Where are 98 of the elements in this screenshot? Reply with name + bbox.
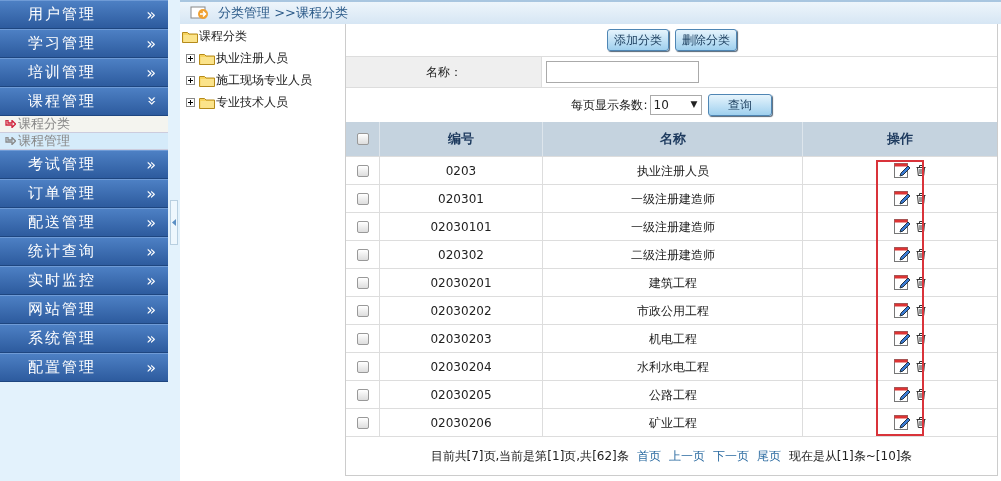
column-header: 操作 xyxy=(887,130,913,149)
expand-icon[interactable] xyxy=(186,97,195,107)
checkbox[interactable] xyxy=(356,388,369,401)
field-label: 名称： xyxy=(425,64,462,81)
table-cell-text: 02030206 xyxy=(430,414,492,432)
edit-icon[interactable] xyxy=(894,246,912,263)
breadcrumb: 分类管理 >>课程分类 xyxy=(218,4,348,23)
tree-node[interactable]: 课程分类 xyxy=(199,27,247,45)
tree-node[interactable]: 执业注册人员 xyxy=(216,49,288,67)
trash-icon[interactable] xyxy=(916,305,926,316)
submenu-item[interactable]: 课程管理 xyxy=(0,133,168,150)
table-cell-text: 02030205 xyxy=(430,386,492,404)
name-input-field[interactable] xyxy=(546,61,699,83)
trash-icon[interactable] xyxy=(916,333,926,344)
edit-icon[interactable] xyxy=(894,386,912,403)
folder-icon xyxy=(199,95,215,109)
pager-link[interactable]: 下一页 xyxy=(712,447,749,465)
edit-icon[interactable] xyxy=(894,162,912,179)
toolbar-button[interactable]: 添加分类 xyxy=(606,29,669,51)
menu-item[interactable]: 订单管理 » xyxy=(0,179,168,208)
edit-icon[interactable] xyxy=(894,302,912,319)
trash-icon[interactable] xyxy=(916,249,926,260)
table-cell-text: 一级注册建造师 xyxy=(630,190,715,208)
trash-icon[interactable] xyxy=(916,193,926,204)
arrow-icon xyxy=(5,120,16,128)
trash-icon[interactable] xyxy=(916,361,926,372)
folder-icon xyxy=(182,29,198,43)
edit-icon[interactable] xyxy=(894,358,912,375)
table-cell-text: 一级注册建造师 xyxy=(630,218,715,236)
checkbox[interactable] xyxy=(356,304,369,317)
menu-item[interactable]: 用户管理 » xyxy=(0,0,168,29)
table-cell-text: 02030101 xyxy=(430,218,492,236)
checkbox[interactable] xyxy=(356,192,369,205)
menu-item[interactable]: 考试管理 » xyxy=(0,150,168,179)
tree-node[interactable]: 专业技术人员 xyxy=(216,93,288,111)
collapse-handle[interactable] xyxy=(170,200,178,245)
arrow-icon xyxy=(5,137,16,145)
checkbox[interactable] xyxy=(356,276,369,289)
menu-item[interactable]: 系统管理 » xyxy=(0,324,168,353)
table-cell-text: 02030201 xyxy=(430,274,492,292)
toolbar-button[interactable]: 删除分类 xyxy=(674,29,737,51)
table-cell-text: 二级注册建造师 xyxy=(630,246,715,264)
menu-item[interactable]: 实时监控 » xyxy=(0,266,168,295)
pager-link[interactable]: 首页 xyxy=(636,447,661,465)
pager-link[interactable]: 尾页 xyxy=(756,447,781,465)
table-cell-text: 机电工程 xyxy=(648,330,697,348)
table-cell-text: 020301 xyxy=(438,190,484,208)
column-header: 名称 xyxy=(659,130,686,149)
checkbox[interactable] xyxy=(356,133,369,145)
checkbox[interactable] xyxy=(356,416,369,429)
table-cell-text: 公路工程 xyxy=(648,386,697,404)
edit-icon[interactable] xyxy=(894,274,912,291)
pager-range: 现在是从[1]条~[10]条 xyxy=(788,448,913,465)
table-cell-text: 020302 xyxy=(438,246,484,264)
tree-node[interactable]: 施工现场专业人员 xyxy=(216,71,312,89)
pager-summary: 目前共[7]页,当前是第[1]页,共[62]条 xyxy=(430,448,629,465)
collapse-icon xyxy=(172,219,176,226)
menu-item[interactable]: 培训管理 » xyxy=(0,58,168,87)
trash-icon[interactable] xyxy=(916,277,926,288)
table-cell-text: 矿业工程 xyxy=(648,414,697,432)
checkbox[interactable] xyxy=(356,360,369,373)
menu-item[interactable]: 统计查询 » xyxy=(0,237,168,266)
menu-item[interactable]: 配置管理 » xyxy=(0,353,168,382)
checkbox[interactable] xyxy=(356,332,369,345)
edit-icon[interactable] xyxy=(894,190,912,207)
menu-item[interactable]: 配送管理 » xyxy=(0,208,168,237)
expand-icon[interactable] xyxy=(186,53,195,63)
trash-icon[interactable] xyxy=(916,417,926,428)
edit-icon[interactable] xyxy=(894,414,912,431)
table-cell-text: 02030204 xyxy=(430,358,492,376)
trash-icon[interactable] xyxy=(916,221,926,232)
checkbox[interactable] xyxy=(356,164,369,177)
page-size-label: 每页显示条数: xyxy=(571,97,648,114)
menu-item[interactable]: 学习管理 » xyxy=(0,29,168,58)
table-cell-text: 市政公用工程 xyxy=(636,302,709,320)
table-cell-text: 执业注册人员 xyxy=(636,162,709,180)
table-cell-text: 02030203 xyxy=(430,330,492,348)
checkbox[interactable] xyxy=(356,220,369,233)
table-cell-text: 02030202 xyxy=(430,302,492,320)
pager-link[interactable]: 上一页 xyxy=(668,447,705,465)
table-cell-text: 水利水电工程 xyxy=(636,358,709,376)
column-header: 编号 xyxy=(448,130,474,149)
search-button[interactable]: 查询 xyxy=(707,94,772,116)
menu-item[interactable]: 课程管理 » xyxy=(0,87,168,116)
edit-icon[interactable] xyxy=(894,330,912,347)
arrow-folder-icon xyxy=(190,6,210,20)
table-cell-text: 建筑工程 xyxy=(648,274,697,292)
page-size-select[interactable]: 10 ▼ xyxy=(649,95,702,115)
menu-item[interactable]: 网站管理 » xyxy=(0,295,168,324)
folder-icon xyxy=(199,73,215,87)
trash-icon[interactable] xyxy=(916,389,926,400)
folder-icon xyxy=(199,51,215,65)
table-cell-text: 0203 xyxy=(445,162,477,180)
submenu-item[interactable]: 课程分类 xyxy=(0,116,168,133)
expand-icon[interactable] xyxy=(186,75,195,85)
edit-icon[interactable] xyxy=(894,218,912,235)
checkbox[interactable] xyxy=(356,248,369,261)
trash-icon[interactable] xyxy=(916,165,926,176)
